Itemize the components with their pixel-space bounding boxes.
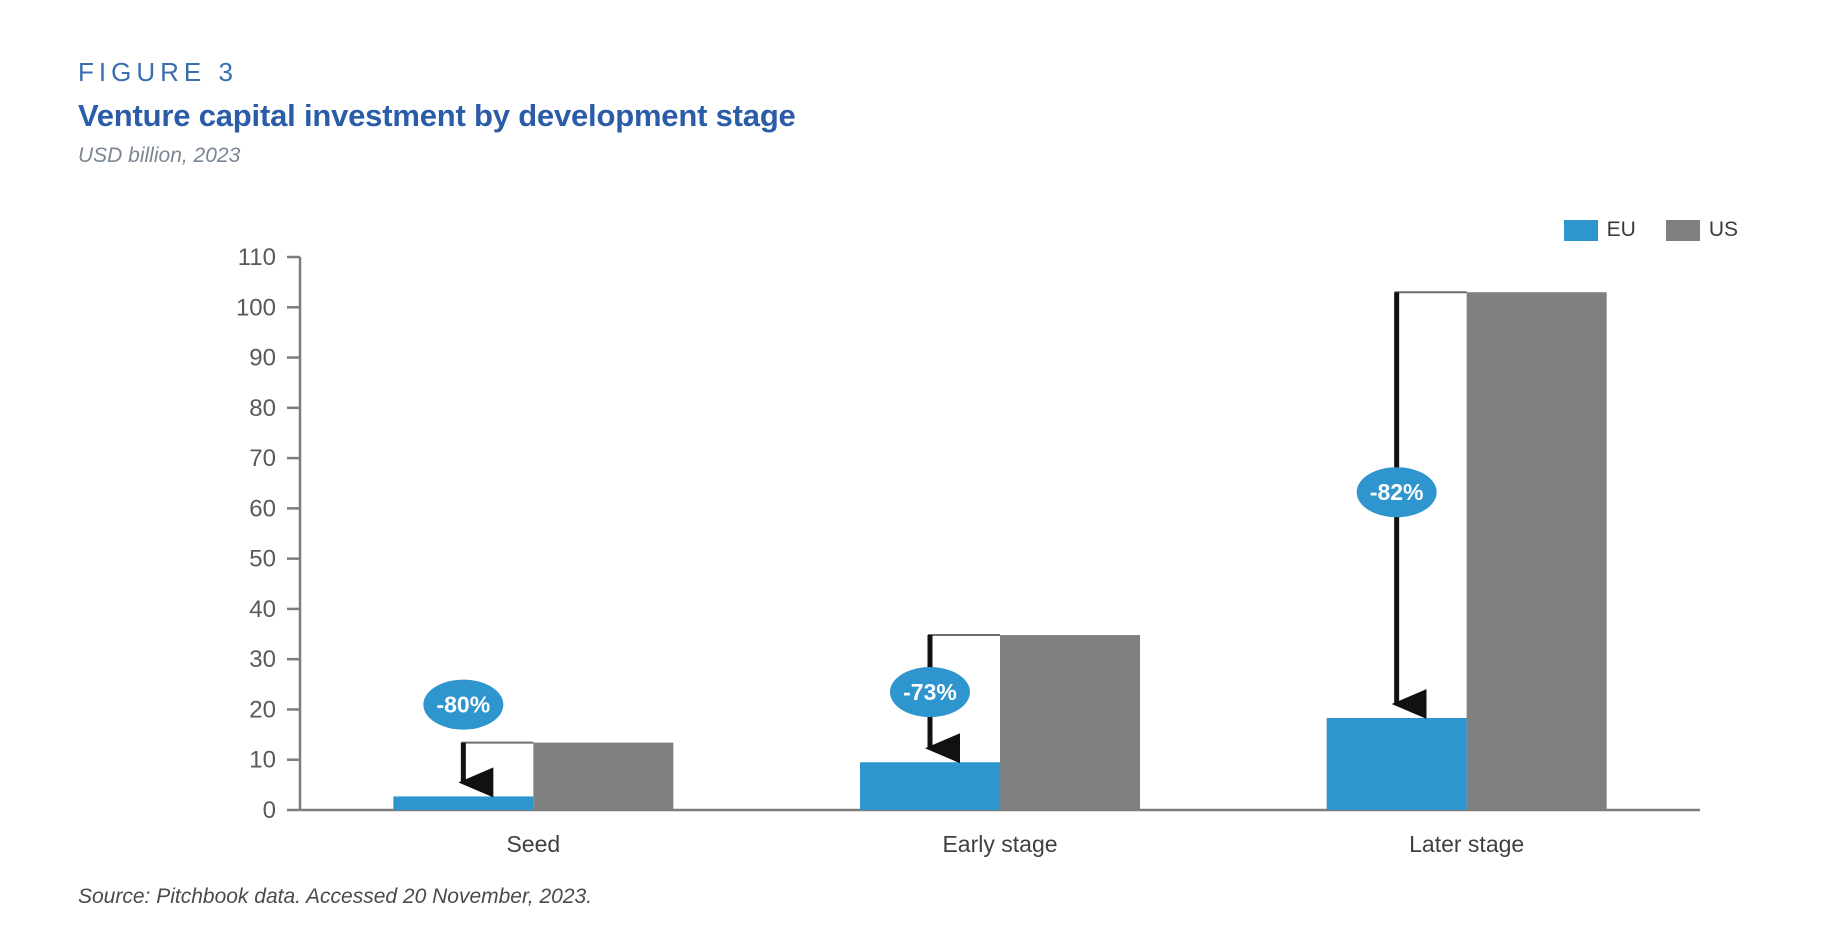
y-axis-tick-label: 40 xyxy=(249,596,276,623)
y-axis-tick-label: 60 xyxy=(249,495,276,522)
y-axis-tick-label: 80 xyxy=(249,395,276,422)
source-note: Source: Pitchbook data. Accessed 20 Nove… xyxy=(78,885,593,908)
bar-chart-svg: 0 10 20 30 40 50 60 70 80 90 100 110 Seed Early stage… xyxy=(236,244,1700,857)
x-axis-category-label: Seed xyxy=(506,831,560,857)
y-axis-tick-label: 10 xyxy=(249,747,276,774)
chart-plot-area: 0 10 20 30 40 50 60 70 80 90 100 110 Seed Early stage… xyxy=(0,0,1836,936)
bar-us xyxy=(1000,635,1140,810)
percent-badge-label: -82% xyxy=(1370,479,1424,505)
y-axis-tick-label: 70 xyxy=(249,445,276,472)
bar-eu xyxy=(1326,718,1467,810)
y-axis-tick-label: 20 xyxy=(249,696,276,723)
percent-badge-label: -73% xyxy=(903,679,957,705)
y-axis-tick-label: 110 xyxy=(238,244,276,271)
bar-eu xyxy=(860,762,1000,810)
percent-badge-label: -80% xyxy=(436,692,490,718)
bar-eu xyxy=(393,796,534,810)
y-axis-tick-label: 30 xyxy=(249,646,276,673)
bar-us xyxy=(533,742,674,810)
y-axis-tick-label: 0 xyxy=(263,797,276,824)
y-axis-tick-label: 50 xyxy=(249,546,276,573)
x-axis-category-label: Early stage xyxy=(942,831,1057,857)
x-axis-category-label: Later stage xyxy=(1409,831,1524,857)
y-axis-tick-label: 90 xyxy=(249,345,276,372)
y-axis-tick-label: 100 xyxy=(236,294,276,321)
bar-us xyxy=(1466,292,1607,810)
